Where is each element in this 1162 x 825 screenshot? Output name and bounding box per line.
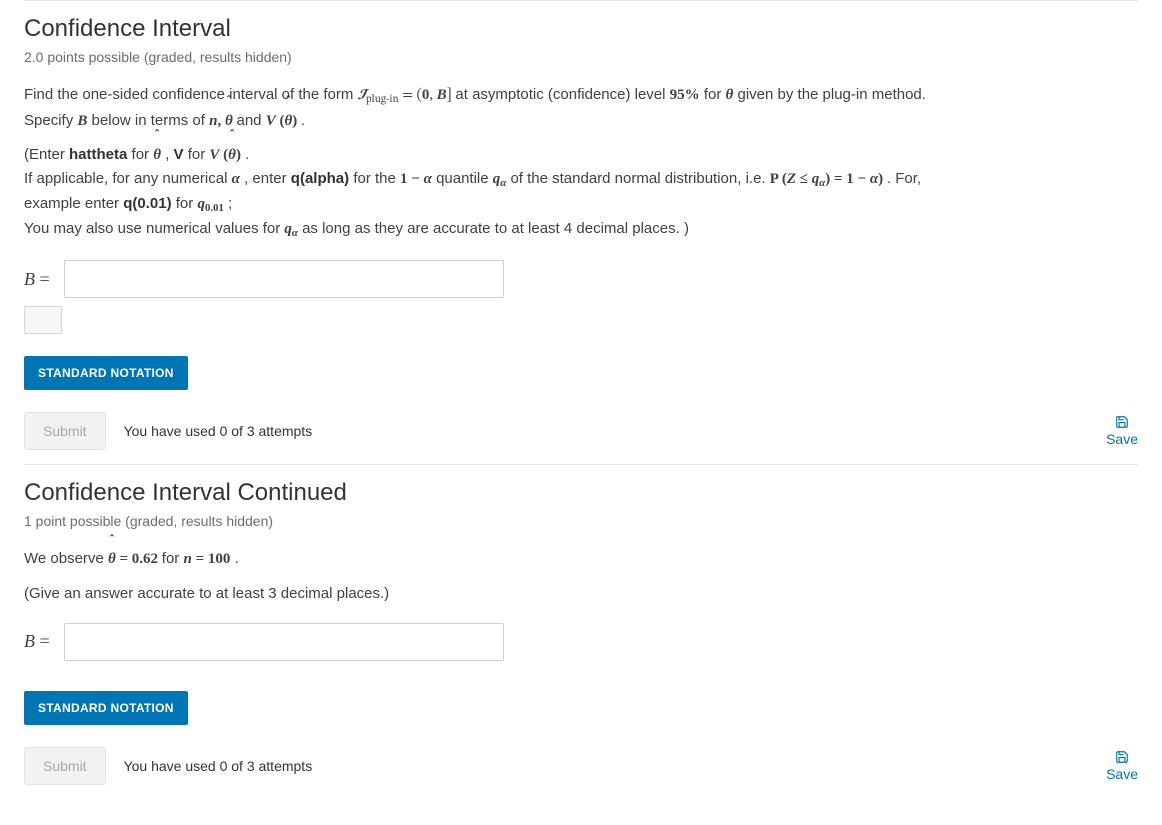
formula-I-plugin: 𝓘plug-in = (0, B] [358, 88, 456, 103]
text: Specify [24, 112, 77, 129]
save-icon [1115, 750, 1129, 764]
standard-notation-button[interactable]: STANDARD NOTATION [24, 356, 188, 390]
text: , [165, 146, 173, 163]
answer-label-B: B = [24, 269, 56, 290]
q-alpha-symbol: qα [493, 171, 506, 187]
section-title-2: Confidence Interval Continued [24, 479, 1138, 507]
text: If applicable, for any numerical [24, 170, 232, 187]
equation-preview-button[interactable] [24, 306, 62, 334]
text: example enter [24, 195, 123, 212]
text: (Enter [24, 146, 69, 163]
text: quantile [436, 170, 493, 187]
text: of the standard normal distribution, i.e… [510, 170, 769, 187]
answer-label-B-2: B = [24, 631, 56, 652]
standard-notation-button-2[interactable]: STANDARD NOTATION [24, 691, 188, 725]
text: for the [353, 170, 400, 187]
text: for [132, 146, 154, 163]
accuracy-note: (Give an answer accurate to at least 3 d… [24, 582, 1138, 605]
text: . [245, 146, 249, 163]
text: We observe [24, 550, 108, 567]
section-divider [24, 464, 1138, 465]
q001-symbol: q0.01 [197, 196, 223, 212]
text: . [301, 112, 305, 129]
text: given by the plug-in method. [737, 86, 925, 103]
intro-paragraph-1: Find the one-sided confidence interval o… [24, 83, 1138, 133]
attempts-text: You have used 0 of 3 attempts [124, 423, 313, 439]
action-row: Submit You have used 0 of 3 attempts Sav… [24, 412, 1138, 450]
V-thetahat-2: V (ˆθ) [209, 147, 241, 163]
save-icon [1115, 415, 1129, 429]
q-alpha-symbol-2: qα [284, 221, 297, 237]
n-value: n = 100 [183, 551, 230, 567]
text: . For, [887, 170, 921, 187]
save-button-2[interactable]: Save [1106, 750, 1138, 782]
theta: θ [726, 87, 734, 103]
action-row-2: Submit You have used 0 of 3 attempts Sav… [24, 747, 1138, 785]
text: . [235, 550, 239, 567]
answer-input-B-2[interactable] [64, 623, 504, 661]
text: You may also use numerical values for [24, 220, 284, 237]
text: for [176, 195, 198, 212]
text: ; [228, 195, 232, 212]
alpha: α [232, 171, 240, 187]
hattheta-keyword: hattheta [69, 146, 127, 163]
prob-expression: P (Z ≤ qα) = 1 − α) [770, 171, 887, 187]
V-keyword: V [174, 146, 184, 163]
text: below in terms of [92, 112, 210, 129]
points-possible-2: 1 point possible (graded, results hidden… [24, 513, 1138, 529]
answer-input-B[interactable] [64, 260, 504, 298]
text: , enter [244, 170, 291, 187]
submit-button-2[interactable]: Submit [24, 747, 106, 785]
answer-row-2: B = [24, 623, 1138, 661]
text: as long as they are accurate to at least… [302, 220, 689, 237]
V-thetahat: V (ˆθ) [266, 113, 301, 129]
save-label: Save [1106, 431, 1138, 447]
text: for [704, 86, 726, 103]
text: for [188, 146, 210, 163]
observe-paragraph: We observe ˆθ = 0.62 for n = 100 . [24, 547, 1138, 571]
vars-n-thetahat: n, ˆθ [209, 113, 236, 129]
entry-instructions: (Enter hattheta for ˆθ , V for V (ˆθ) . … [24, 143, 1138, 242]
text: and [236, 112, 265, 129]
section-title: Confidence Interval [24, 15, 1138, 43]
save-label: Save [1106, 766, 1138, 782]
thetahat: ˆθ [153, 147, 161, 163]
text: at asymptotic (confidence) level [455, 86, 669, 103]
B-var: B [77, 113, 87, 129]
one-minus-alpha: 1 − α [400, 171, 432, 187]
q001-keyword: q(0.01) [123, 195, 171, 212]
answer-row: B = [24, 260, 1138, 298]
attempts-text-2: You have used 0 of 3 attempts [124, 758, 313, 774]
confidence-level: 95% [670, 87, 700, 103]
text: for [162, 550, 184, 567]
text: Find the one-sided confidence interval o… [24, 86, 358, 103]
submit-button[interactable]: Submit [24, 412, 106, 450]
qalpha-keyword: q(alpha) [291, 170, 349, 187]
theta-hat-value: ˆθ = 0.62 [108, 551, 162, 567]
save-button[interactable]: Save [1106, 415, 1138, 447]
points-possible: 2.0 points possible (graded, results hid… [24, 49, 1138, 65]
